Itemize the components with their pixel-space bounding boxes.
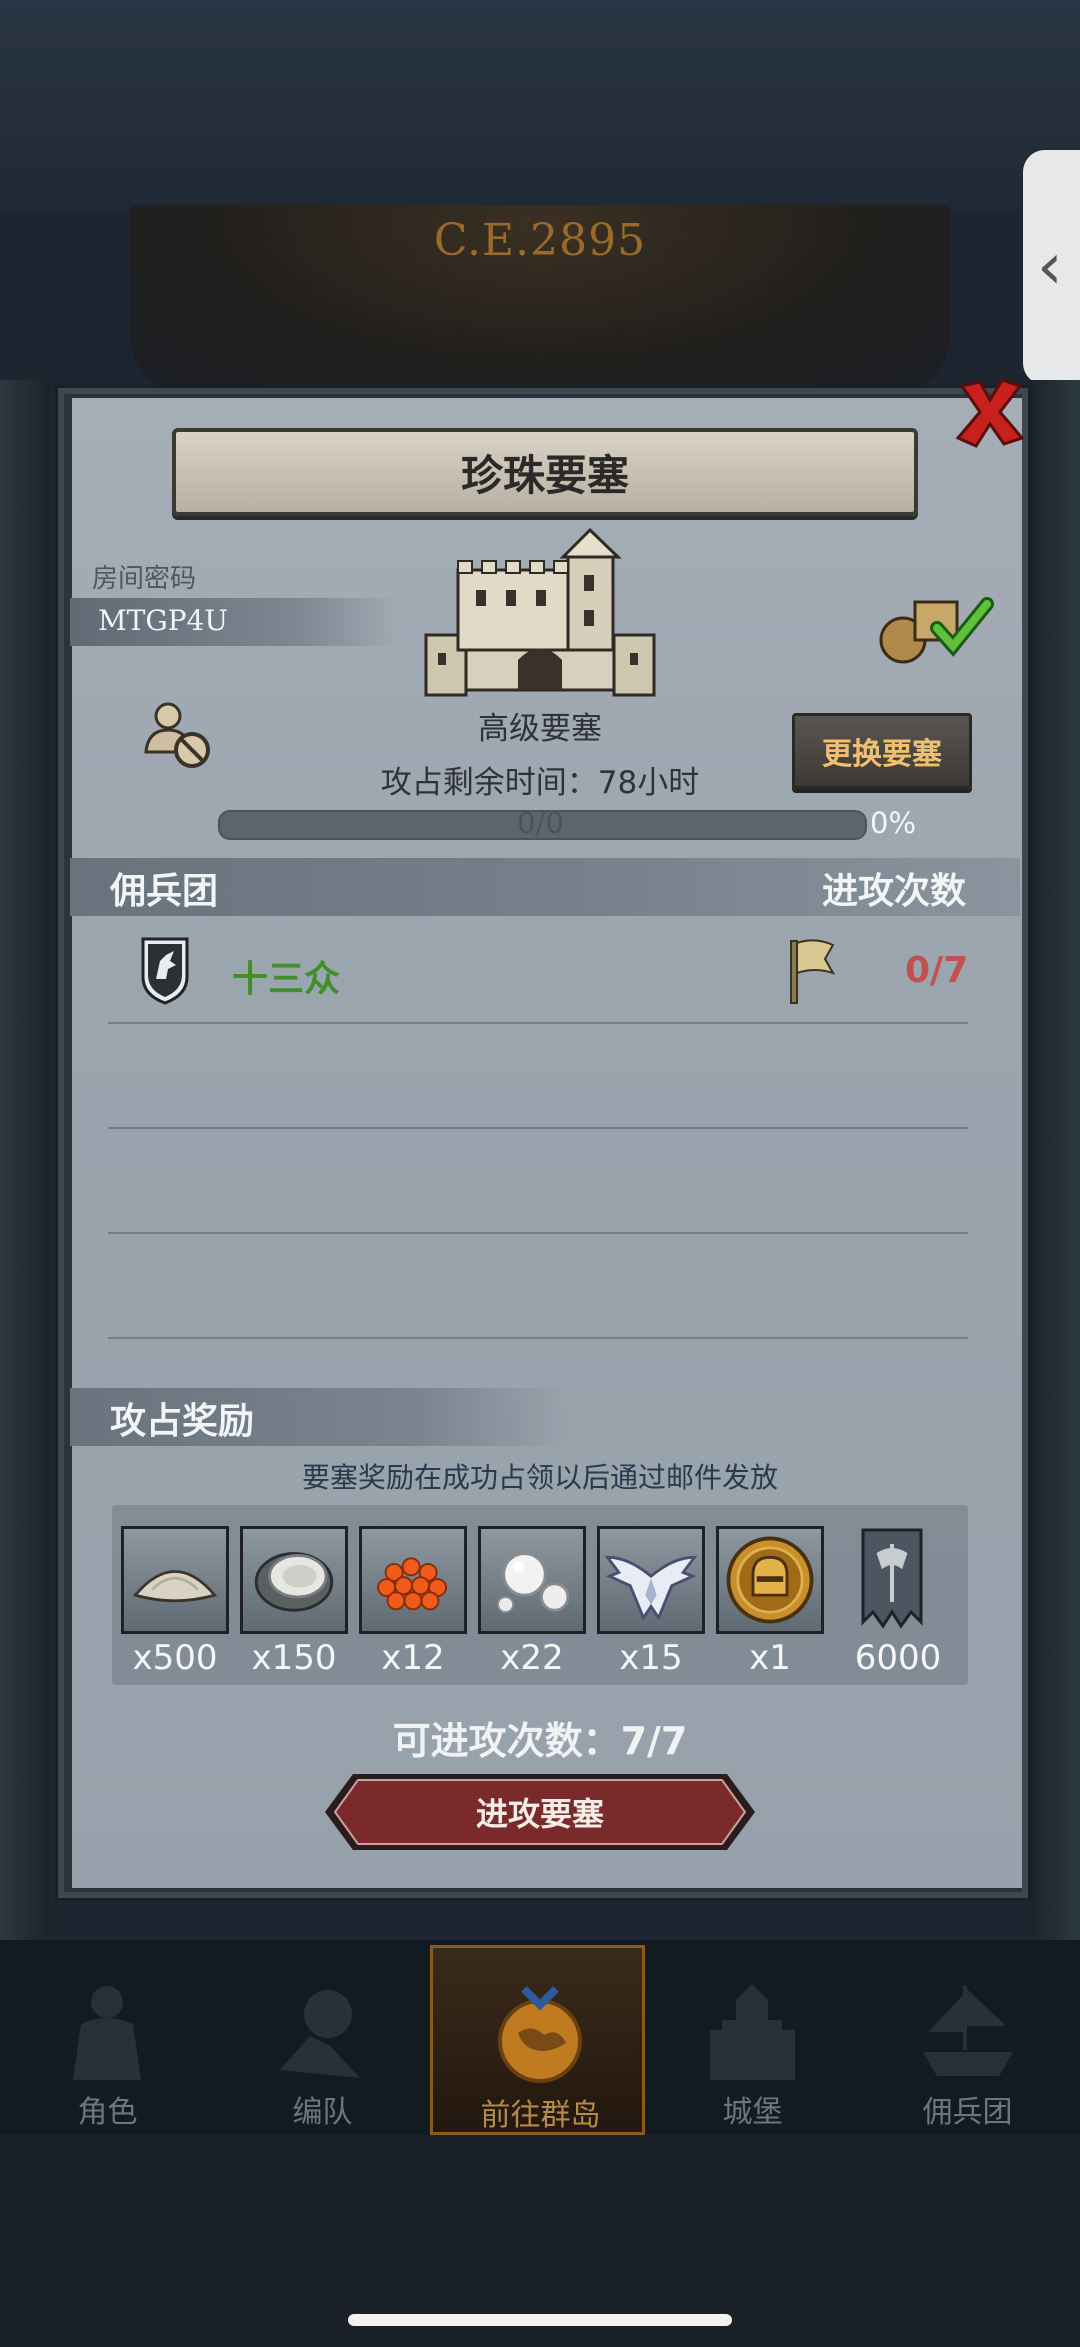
reward-item-banner[interactable] — [857, 1526, 927, 1634]
fish-roe-icon — [377, 1557, 447, 1611]
supply-bag-check-icon[interactable] — [875, 590, 1000, 665]
reward-item-oyster[interactable] — [240, 1526, 348, 1634]
row-divider — [108, 1127, 968, 1129]
mercenary-ship-icon — [923, 1985, 1013, 2076]
reward-qty: x1 — [749, 1638, 791, 1678]
wolf-shield-icon — [141, 937, 189, 1005]
dialog-title-plate: 珍珠要塞 — [172, 428, 918, 516]
nav-label: 编队 — [292, 2095, 353, 2130]
attack-fortress-label: 进攻要塞 — [475, 1795, 604, 1833]
room-code-label: 房间密码 — [92, 564, 197, 594]
sand-pile-icon — [132, 1570, 218, 1603]
reward-qty: x15 — [619, 1638, 683, 1678]
oyster-icon — [254, 1552, 334, 1612]
chevron-left-icon: ‹ — [1037, 230, 1063, 304]
castle-icon — [710, 1984, 795, 2080]
reward-item-medal[interactable] — [716, 1526, 824, 1634]
nav-label: 前往群岛 — [480, 2098, 601, 2133]
nav-label: 角色 — [77, 2095, 138, 2130]
row-divider — [108, 1022, 968, 1024]
nav-label: 佣兵团 — [922, 2095, 1013, 2130]
nav-item-mercenary[interactable]: 佣兵团 — [860, 1945, 1075, 2135]
background-left — [0, 380, 50, 1940]
capture-progress-text: 0/0 — [517, 806, 564, 840]
dialog-title: 珍珠要塞 — [460, 450, 629, 500]
winged-emblem-icon — [604, 1555, 698, 1621]
side-panel-tab[interactable]: ‹ — [1023, 150, 1080, 385]
mercenary-header: 佣兵团 — [110, 871, 219, 912]
reward-qty: x500 — [132, 1638, 218, 1678]
attack-count-header: 进攻次数 — [822, 871, 967, 912]
reward-qty: x150 — [251, 1638, 337, 1678]
capture-progress-percent: 0% — [870, 806, 917, 840]
reward-item-emblem[interactable] — [597, 1526, 705, 1634]
formation-icon — [280, 1990, 360, 2078]
close-icon[interactable] — [950, 372, 1030, 452]
nav-item-castle[interactable]: 城堡 — [645, 1945, 860, 2135]
background-right — [1030, 380, 1080, 1940]
nav-label: 城堡 — [722, 2095, 783, 2130]
reward-note: 要塞奖励在成功占领以后通过邮件发放 — [301, 1461, 778, 1494]
home-indicator[interactable] — [348, 2314, 732, 2326]
islands-map-icon — [498, 1986, 582, 2083]
nav-item-character[interactable]: 角色 — [0, 1945, 215, 2135]
pearls-icon — [497, 1552, 570, 1614]
flag-icon — [790, 939, 836, 1004]
room-code-value[interactable]: MTGP4U — [98, 604, 228, 637]
guild-banner-icon — [861, 1528, 923, 1629]
background-top — [0, 0, 1080, 210]
reward-item-roe[interactable] — [359, 1526, 467, 1634]
capture-timer: 攻占剩余时间：78小时 — [380, 765, 700, 801]
reward-qty: 6000 — [854, 1638, 942, 1678]
row-divider — [108, 1232, 968, 1234]
row-divider — [108, 1337, 968, 1339]
mercenary-attack-count: 0/7 — [905, 950, 969, 991]
era-label: C.E.2895 — [433, 215, 647, 266]
character-icon — [73, 1986, 141, 2080]
nav-item-islands[interactable]: 前往群岛 — [430, 1945, 645, 2135]
mercenary-name[interactable]: 十三众 — [232, 950, 340, 1002]
attack-fortress-button[interactable]: 进攻要塞 — [325, 1772, 755, 1852]
reward-header: 攻占奖励 — [110, 1401, 255, 1442]
attempts-remaining: 可进攻次数：7/7 — [392, 1719, 688, 1763]
reward-qty: x12 — [381, 1638, 445, 1678]
reward-item-pearls[interactable] — [478, 1526, 586, 1634]
fortress-castle-icon — [424, 527, 656, 697]
reward-qty: x22 — [500, 1638, 564, 1678]
knight-helmet-medal-icon — [726, 1536, 814, 1624]
nav-item-formation[interactable]: 编队 — [215, 1945, 430, 2135]
reward-item-sand[interactable] — [121, 1526, 229, 1634]
